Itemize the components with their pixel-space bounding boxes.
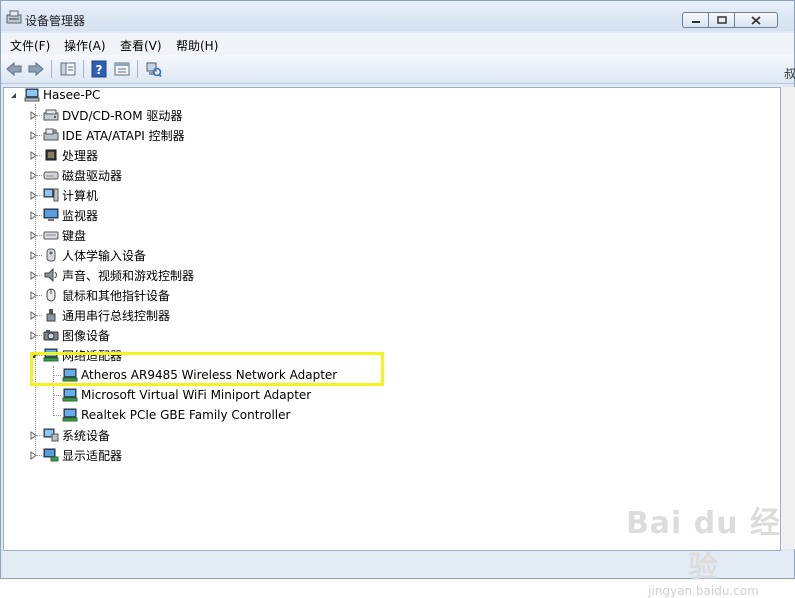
menu-help[interactable]: 帮助(H) [176,37,218,54]
watermark-logo: Bai du 经验 [625,506,782,585]
watermark-url: jingyan.baidu.com [648,584,759,598]
menu-action[interactable]: 操作(A) [64,37,106,54]
partial-side-text: 叔 [784,67,795,81]
caption-buttons [682,12,778,28]
device-tree[interactable] [3,87,781,551]
maximize-icon [716,16,727,24]
toolbar-separator [137,60,138,78]
close-button[interactable] [734,12,778,28]
title-bar[interactable]: 设备管理器 [1,1,794,31]
forward-arrow-icon[interactable] [27,60,45,78]
highlight-box [30,352,384,386]
back-arrow-icon[interactable] [5,60,23,78]
menu-file[interactable]: 文件(F) [10,37,50,54]
toolbar-separator [83,60,84,78]
properties-icon[interactable] [113,60,131,78]
toolbar-separator [51,60,52,78]
side-scroll-strip [781,87,795,549]
window-title: 设备管理器 [25,14,86,28]
menu-bar: 文件(F) 操作(A) 查看(V) 帮助(H) [1,33,794,55]
minimize-icon [691,21,700,23]
show-hide-console-tree-icon[interactable] [59,60,77,78]
maximize-button[interactable] [708,12,734,28]
device-manager-window: 设备管理器 文件(F) 操作(A) 查看(V) 帮助(H) ? 叔 [0,0,795,579]
menu-view[interactable]: 查看(V) [120,37,162,54]
svg-text:?: ? [96,63,103,77]
close-icon [751,15,761,25]
toolbar: ? [1,55,794,84]
scan-hardware-changes-icon[interactable] [144,60,162,78]
watermark: Bai du 经验 jingyan.baidu.com [612,498,795,598]
minimize-button[interactable] [682,12,708,28]
device-manager-app-icon [6,10,22,24]
help-icon[interactable]: ? [90,60,108,78]
